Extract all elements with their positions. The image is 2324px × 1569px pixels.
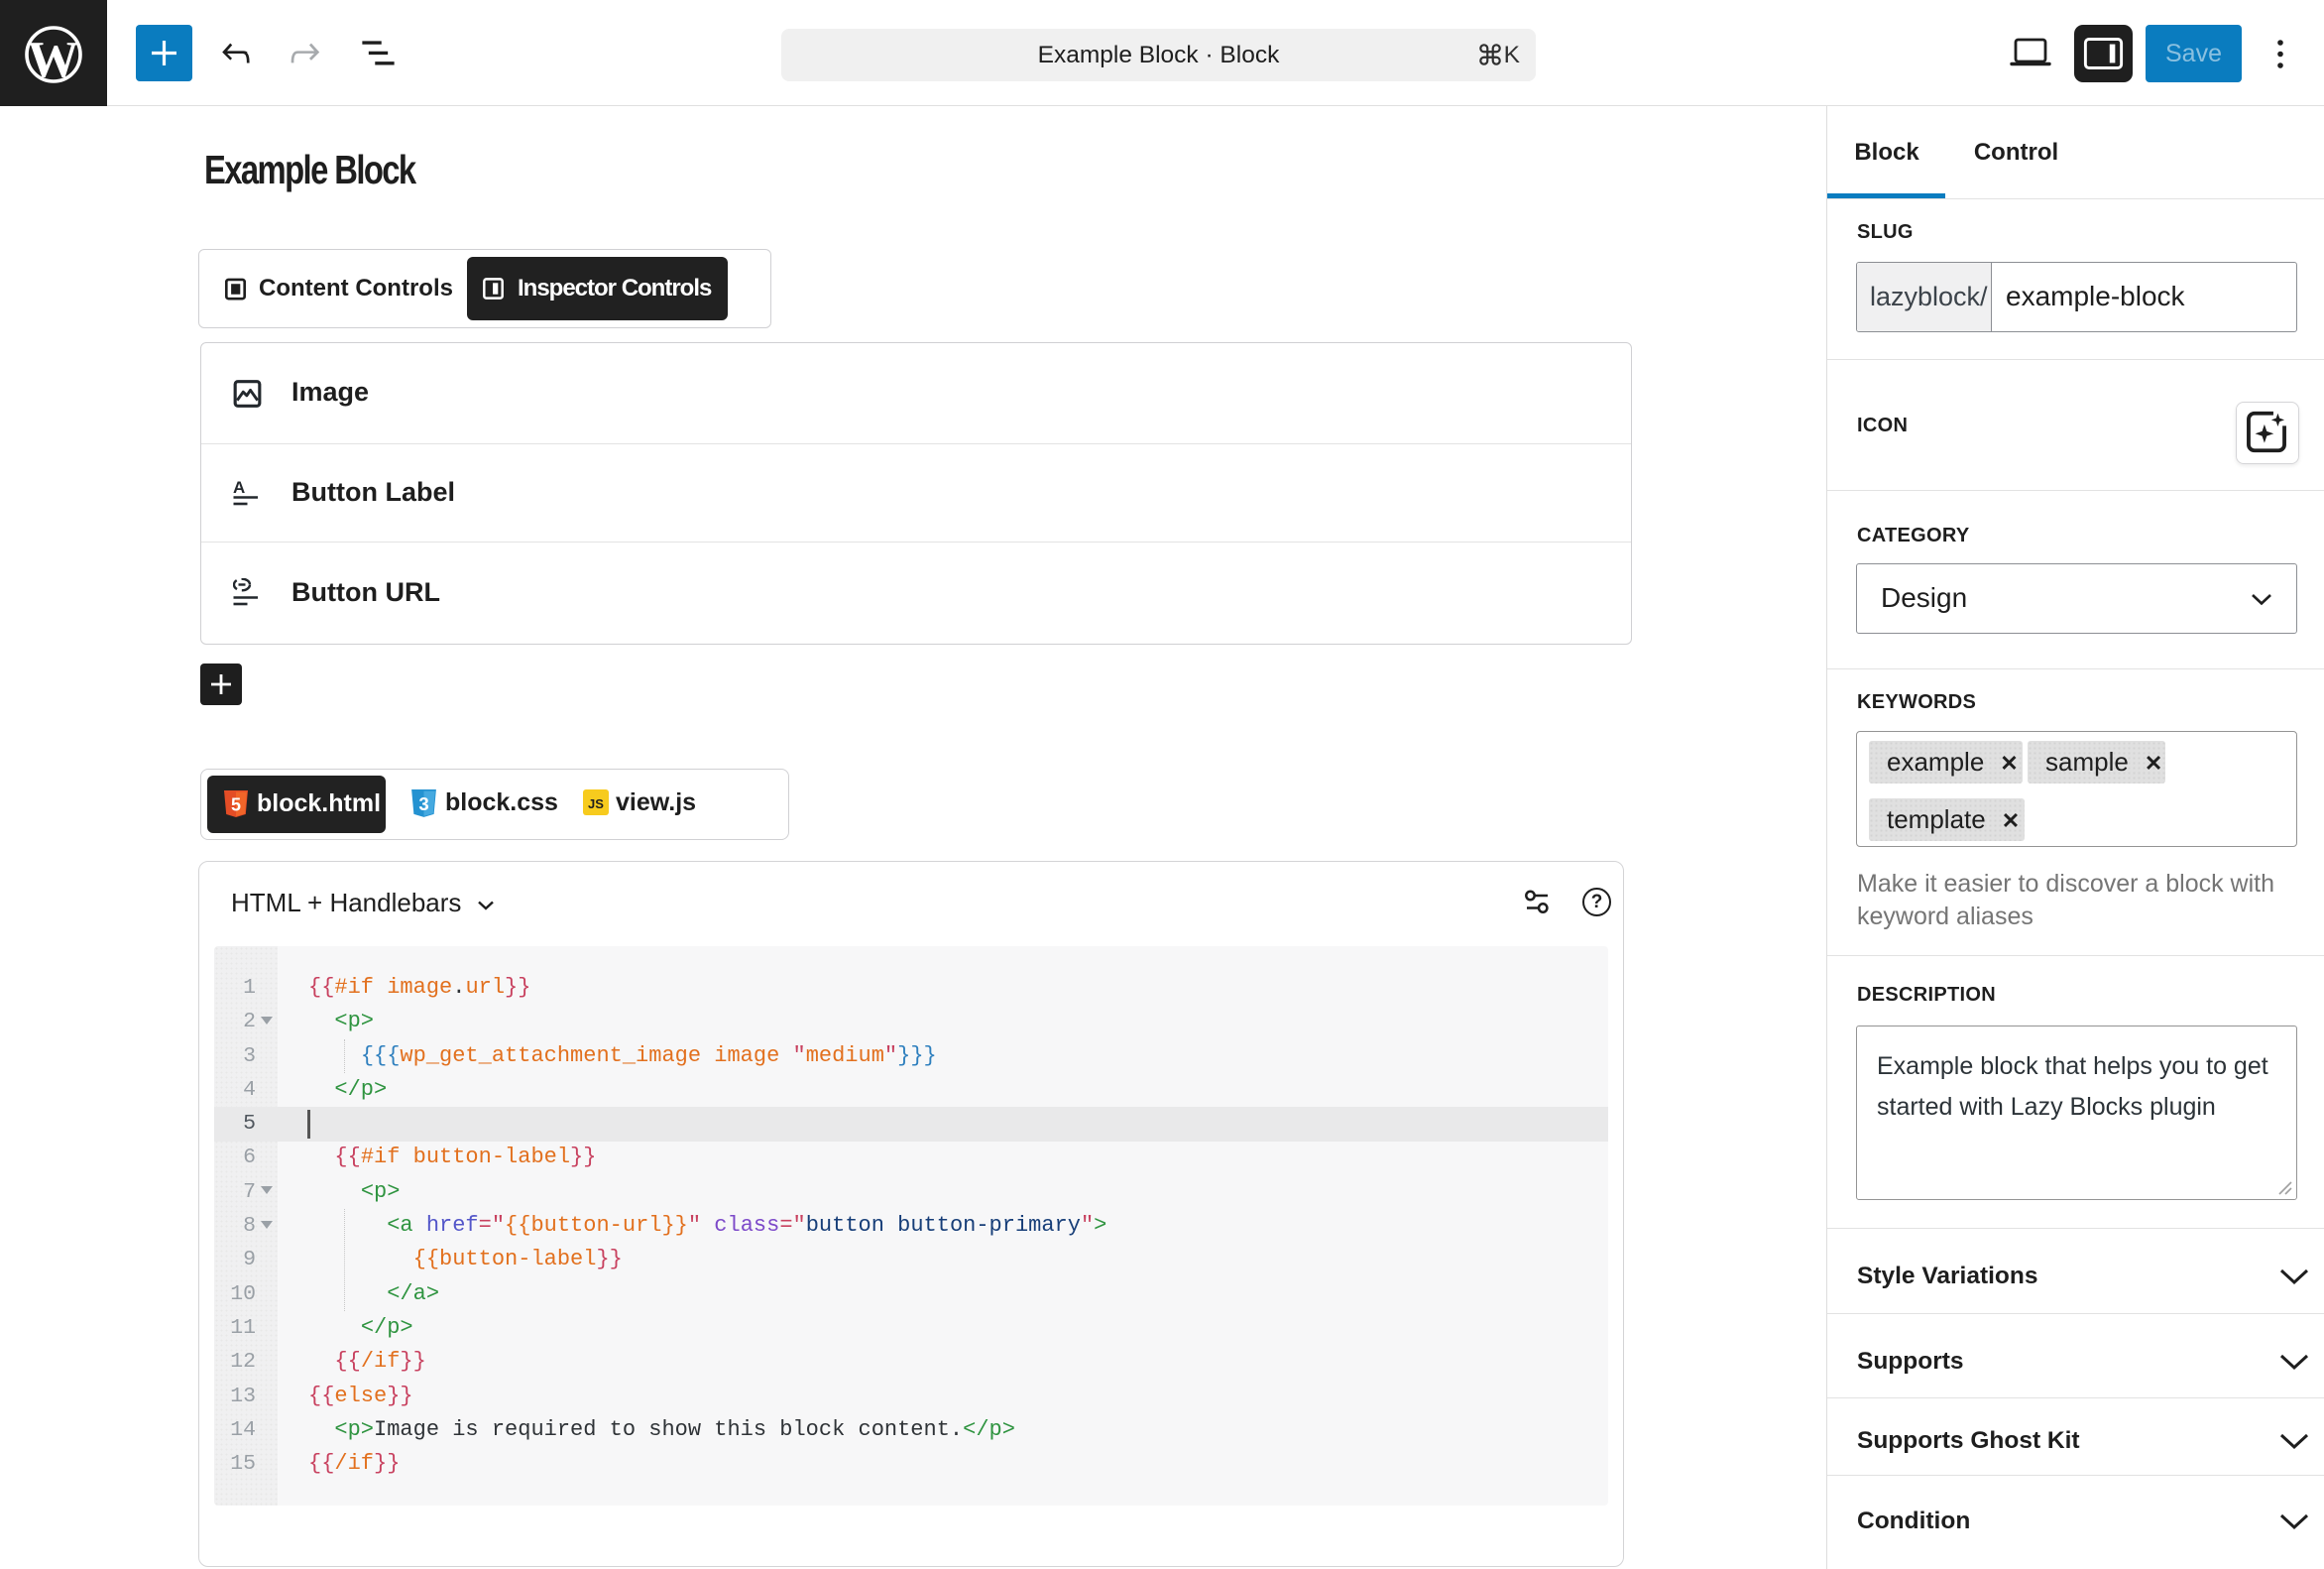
- svg-text:W: W: [28, 32, 79, 88]
- svg-text:3: 3: [418, 793, 428, 814]
- svg-text:JS: JS: [588, 796, 604, 811]
- svg-text:A: A: [233, 478, 245, 497]
- svg-text:5: 5: [231, 795, 241, 815]
